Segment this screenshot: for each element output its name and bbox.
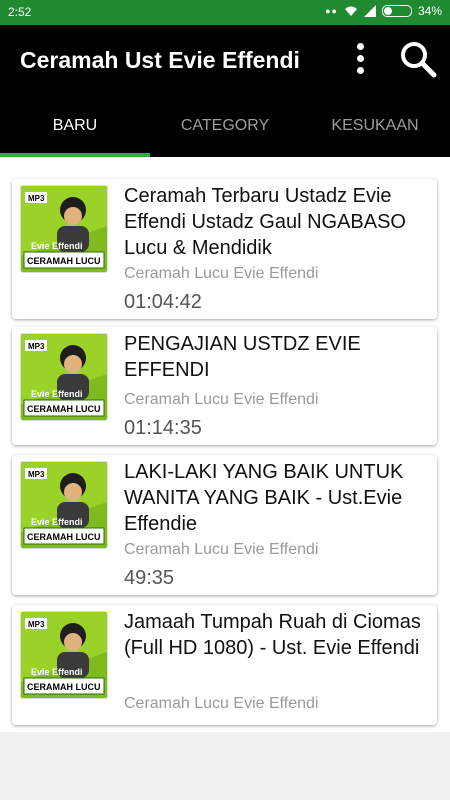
- lecture-thumbnail: MP3 Evie Effendi CERAMAH LUCU: [20, 611, 108, 699]
- item-category: Ceramah Lucu Evie Effendi: [124, 541, 319, 558]
- lecture-thumbnail: MP3 Evie Effendi CERAMAH LUCU: [20, 461, 108, 549]
- list-item[interactable]: MP3 Evie Effendi CERAMAH LUCU Jamaah Tum…: [12, 605, 437, 725]
- svg-text:MP3: MP3: [28, 470, 45, 479]
- battery-icon: [381, 5, 412, 17]
- svg-text:CERAMAH LUCU: CERAMAH LUCU: [27, 532, 101, 542]
- tab-bar: BARU CATEGORY KESUKAAN: [0, 95, 450, 157]
- item-duration: 01:04:42: [124, 291, 202, 313]
- empty-bottom-area: [0, 732, 450, 800]
- item-duration: 49:35: [124, 567, 175, 589]
- search-icon[interactable]: [398, 39, 438, 79]
- item-title: Jamaah Tumpah Ruah di Ciomas (Full HD 10…: [124, 611, 421, 659]
- svg-text:MP3: MP3: [28, 342, 45, 351]
- svg-text:MP3: MP3: [28, 194, 45, 203]
- tab-kesukaan[interactable]: KESUKAAN: [300, 95, 450, 157]
- app-title: Ceramah Ust Evie Effendi: [20, 47, 300, 73]
- item-category: Ceramah Lucu Evie Effendi: [124, 265, 319, 282]
- svg-text:MP3: MP3: [28, 620, 45, 629]
- item-duration: 01:14:35: [124, 417, 202, 439]
- lecture-list[interactable]: MP3 Evie Effendi CERAMAH LUCU Ceramah Te…: [0, 157, 450, 732]
- status-bar: 2:52 ●● 34%: [0, 0, 450, 25]
- lecture-thumbnail: MP3 Evie Effendi CERAMAH LUCU: [20, 333, 108, 421]
- more-options-icon[interactable]: [350, 43, 370, 79]
- item-category: Ceramah Lucu Evie Effendi: [124, 391, 319, 408]
- list-item[interactable]: MP3 Evie Effendi CERAMAH LUCU PENGAJIAN …: [12, 327, 437, 445]
- lecture-thumbnail: MP3 Evie Effendi CERAMAH LUCU: [20, 185, 108, 273]
- signal-icon: [363, 5, 376, 17]
- item-category: Ceramah Lucu Evie Effendi: [124, 695, 319, 712]
- svg-text:Evie Effendi: Evie Effendi: [31, 389, 83, 399]
- status-icons: ●● 34%: [325, 4, 442, 18]
- tab-baru[interactable]: BARU: [0, 95, 150, 157]
- status-time: 2:52: [8, 5, 32, 19]
- svg-text:Evie Effendi: Evie Effendi: [31, 667, 83, 677]
- item-title: Ceramah Terbaru Ustadz Evie Effendi Usta…: [124, 185, 406, 259]
- svg-text:CERAMAH LUCU: CERAMAH LUCU: [27, 256, 101, 266]
- svg-text:CERAMAH LUCU: CERAMAH LUCU: [27, 404, 101, 414]
- item-title: PENGAJIAN USTDZ EVIE EFFENDI: [124, 333, 361, 381]
- list-item[interactable]: MP3 Evie Effendi CERAMAH LUCU LAKI-LAKI …: [12, 455, 437, 595]
- notification-dots-icon: ●●: [325, 6, 338, 16]
- svg-text:CERAMAH LUCU: CERAMAH LUCU: [27, 682, 101, 692]
- wifi-icon: [344, 6, 357, 16]
- list-item[interactable]: MP3 Evie Effendi CERAMAH LUCU Ceramah Te…: [12, 179, 437, 319]
- battery-level: 34%: [417, 4, 442, 18]
- svg-text:Evie Effendi: Evie Effendi: [31, 517, 83, 527]
- app-bar: Ceramah Ust Evie Effendi: [0, 25, 450, 95]
- svg-text:Evie Effendi: Evie Effendi: [31, 241, 83, 251]
- tab-category[interactable]: CATEGORY: [150, 95, 300, 157]
- item-title: LAKI-LAKI YANG BAIK UNTUK WANITA YANG BA…: [124, 461, 404, 535]
